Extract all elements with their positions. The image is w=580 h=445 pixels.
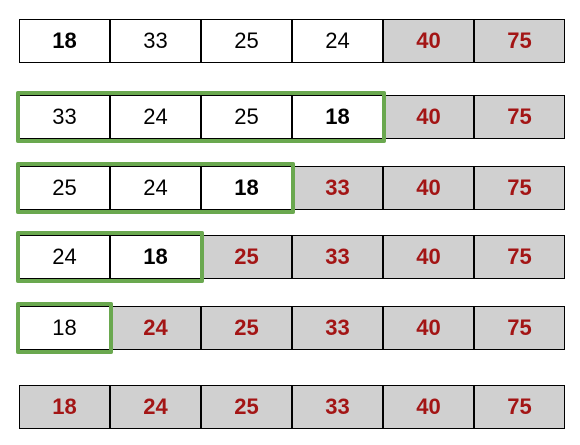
- array-cell: 25: [201, 385, 292, 429]
- array-cell: 24: [110, 166, 201, 210]
- array-cell: 33: [110, 19, 201, 63]
- array-cell: 40: [383, 385, 474, 429]
- array-cell: 18: [19, 19, 110, 63]
- array-cell: 33: [292, 385, 383, 429]
- array-cell: 40: [383, 19, 474, 63]
- array-cell: 25: [201, 235, 292, 279]
- array-cell: 33: [292, 306, 383, 350]
- array-cell: 40: [383, 235, 474, 279]
- array-cell: 40: [383, 95, 474, 139]
- array-cell: 33: [292, 166, 383, 210]
- array-row-4: 24 18 25 33 40 75: [16, 231, 566, 283]
- array-cell: 18: [292, 95, 383, 139]
- array-cell: 75: [474, 166, 565, 210]
- array-cell: 24: [19, 235, 110, 279]
- array-cell: 18: [19, 385, 110, 429]
- array-row-5: 18 24 25 33 40 75: [16, 302, 566, 354]
- array-cell: 75: [474, 385, 565, 429]
- array-cell: 75: [474, 19, 565, 63]
- array-cell: 40: [383, 166, 474, 210]
- array-cell: 24: [292, 19, 383, 63]
- array-cell: 24: [110, 95, 201, 139]
- array-cell: 33: [292, 235, 383, 279]
- array-row-6: 18 24 25 33 40 75: [19, 385, 566, 429]
- array-cell: 25: [201, 19, 292, 63]
- array-row-3: 25 24 18 33 40 75: [16, 162, 566, 214]
- array-cell: 75: [474, 95, 565, 139]
- array-cell: 25: [201, 306, 292, 350]
- array-row-2: 33 24 25 18 40 75: [16, 91, 566, 143]
- array-cell: 25: [19, 166, 110, 210]
- array-cell: 75: [474, 306, 565, 350]
- array-cell: 18: [110, 235, 201, 279]
- array-row-1: 18 33 25 24 40 75: [19, 19, 566, 63]
- array-cell: 33: [19, 95, 110, 139]
- array-cell: 24: [110, 306, 201, 350]
- array-cell: 75: [474, 235, 565, 279]
- array-cell: 40: [383, 306, 474, 350]
- array-cell: 25: [201, 95, 292, 139]
- array-cell: 18: [19, 306, 110, 350]
- array-cell: 18: [201, 166, 292, 210]
- array-cell: 24: [110, 385, 201, 429]
